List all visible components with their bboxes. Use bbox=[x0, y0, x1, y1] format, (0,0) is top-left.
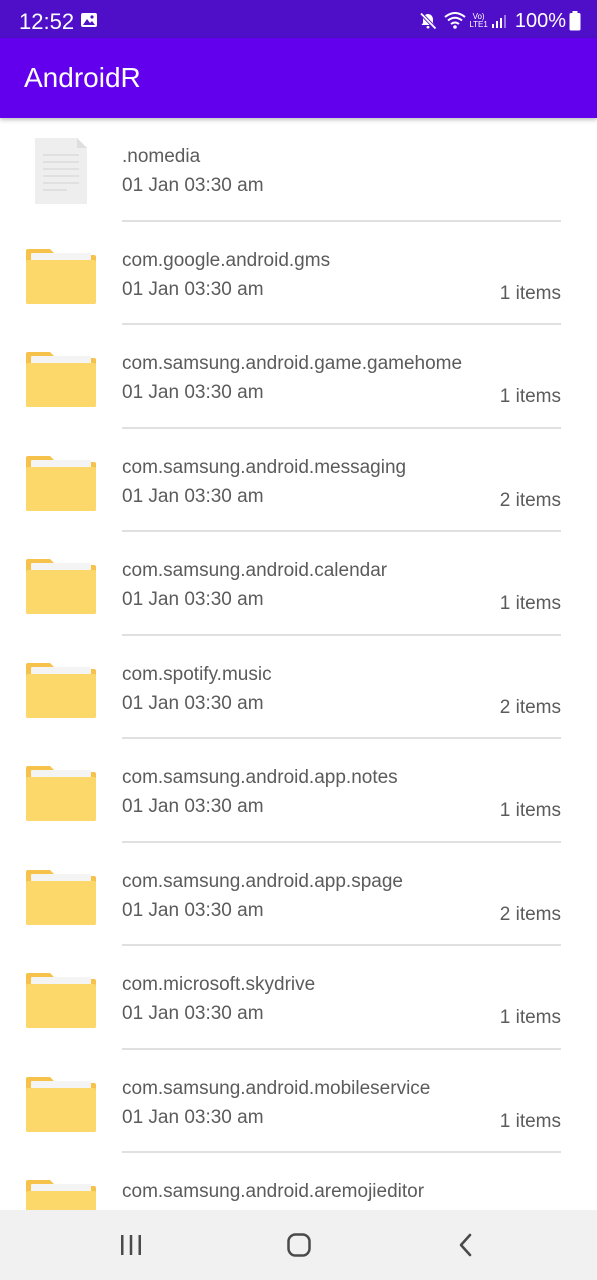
folder-icon bbox=[25, 962, 97, 1034]
file-name: com.google.android.gms bbox=[122, 249, 331, 271]
file-name: com.spotify.music bbox=[122, 663, 272, 685]
app-bar: AndroidR bbox=[0, 38, 597, 118]
folder-icon bbox=[25, 341, 97, 413]
item-count: 1 items bbox=[499, 386, 561, 407]
folder-icon bbox=[25, 652, 97, 724]
folder-row[interactable]: com.samsung.android.calendar 01 Jan 03:3… bbox=[0, 532, 597, 636]
recent-apps-icon[interactable] bbox=[113, 1227, 149, 1263]
status-time: 12:52 bbox=[19, 9, 75, 34]
file-name: com.samsung.android.app.spage bbox=[122, 870, 403, 892]
item-count: 2 items bbox=[499, 489, 561, 511]
folder-row[interactable]: com.google.android.gms 01 Jan 03:30 am 1… bbox=[0, 222, 597, 325]
folder-row[interactable]: com.samsung.android.game.gamehome 01 Jan… bbox=[0, 325, 597, 429]
folder-icon bbox=[25, 1169, 97, 1210]
file-name: com.samsung.android.app.notes bbox=[122, 767, 398, 788]
file-date: 01 Jan 03:30 am bbox=[122, 692, 264, 714]
folder-icon bbox=[25, 1066, 97, 1138]
status-icons: Vo) LTE1 100% bbox=[418, 9, 581, 33]
item-count: 1 items bbox=[499, 1007, 561, 1028]
folder-row[interactable]: com.spotify.music 01 Jan 03:30 am 2 item… bbox=[0, 636, 597, 739]
status-bar: 12:52 Vo) LTE1 100% bbox=[0, 0, 597, 38]
gallery-icon bbox=[80, 12, 98, 33]
folder-row[interactable]: com.samsung.android.mobileservice 01 Jan… bbox=[0, 1050, 597, 1153]
file-name: com.microsoft.skydrive bbox=[122, 974, 316, 995]
mute-icon bbox=[418, 11, 438, 31]
folder-row[interactable]: com.microsoft.skydrive 01 Jan 03:30 am 1… bbox=[0, 946, 597, 1050]
folder-row[interactable]: com.samsung.android.aremojieditor bbox=[0, 1153, 597, 1210]
battery-level: 100% bbox=[514, 9, 566, 32]
item-count: 1 items bbox=[499, 1110, 561, 1132]
file-name: com.samsung.android.game.gamehome bbox=[122, 353, 463, 374]
file-row-nomedia[interactable]: .nomedia 01 Jan 03:30 am bbox=[0, 118, 597, 222]
item-count: 1 items bbox=[499, 593, 561, 614]
folder-icon bbox=[25, 859, 97, 931]
folder-row[interactable]: com.samsung.android.messaging 01 Jan 03:… bbox=[0, 429, 597, 532]
file-date: 01 Jan 03:30 am bbox=[122, 278, 264, 300]
wifi-icon bbox=[444, 12, 466, 30]
navigation-bar bbox=[0, 1210, 597, 1280]
item-count: 1 items bbox=[499, 282, 561, 304]
file-date: 01 Jan 03:30 am bbox=[122, 899, 264, 921]
app-title: AndroidR bbox=[24, 62, 141, 93]
item-count: 2 items bbox=[499, 903, 561, 925]
file-icon bbox=[25, 134, 97, 206]
home-icon[interactable] bbox=[281, 1227, 317, 1263]
file-date: 01 Jan 03:30 am bbox=[122, 1106, 264, 1128]
item-count: 1 items bbox=[499, 800, 561, 821]
back-icon[interactable] bbox=[448, 1227, 484, 1263]
file-date: 01 Jan 03:30 am bbox=[122, 382, 264, 403]
file-name: com.samsung.android.aremojieditor bbox=[122, 1181, 425, 1202]
folder-row[interactable]: com.samsung.android.app.notes 01 Jan 03:… bbox=[0, 739, 597, 843]
item-count: 2 items bbox=[499, 696, 561, 718]
file-date: 01 Jan 03:30 am bbox=[122, 485, 264, 507]
file-date: 01 Jan 03:30 am bbox=[122, 796, 264, 817]
network-indicator: Vo) LTE1 bbox=[469, 13, 488, 29]
signal-icon bbox=[491, 13, 507, 29]
file-list[interactable]: .nomedia 01 Jan 03:30 am com.google.andr… bbox=[0, 118, 597, 1210]
file-name: com.samsung.android.calendar bbox=[122, 560, 388, 581]
file-date: 01 Jan 03:30 am bbox=[122, 589, 264, 610]
folder-icon bbox=[25, 548, 97, 620]
folder-icon bbox=[25, 755, 97, 827]
file-date: 01 Jan 03:30 am bbox=[122, 1003, 264, 1024]
folder-icon bbox=[25, 445, 97, 517]
battery-icon bbox=[569, 11, 581, 31]
file-name: com.samsung.android.mobileservice bbox=[122, 1077, 431, 1099]
file-name: com.samsung.android.messaging bbox=[122, 456, 407, 478]
folder-row[interactable]: com.samsung.android.app.spage 01 Jan 03:… bbox=[0, 843, 597, 946]
network-bottom-label: LTE1 bbox=[469, 20, 488, 29]
file-name: .nomedia bbox=[122, 146, 201, 167]
file-date: 01 Jan 03:30 am bbox=[122, 175, 264, 196]
folder-icon bbox=[25, 238, 97, 310]
